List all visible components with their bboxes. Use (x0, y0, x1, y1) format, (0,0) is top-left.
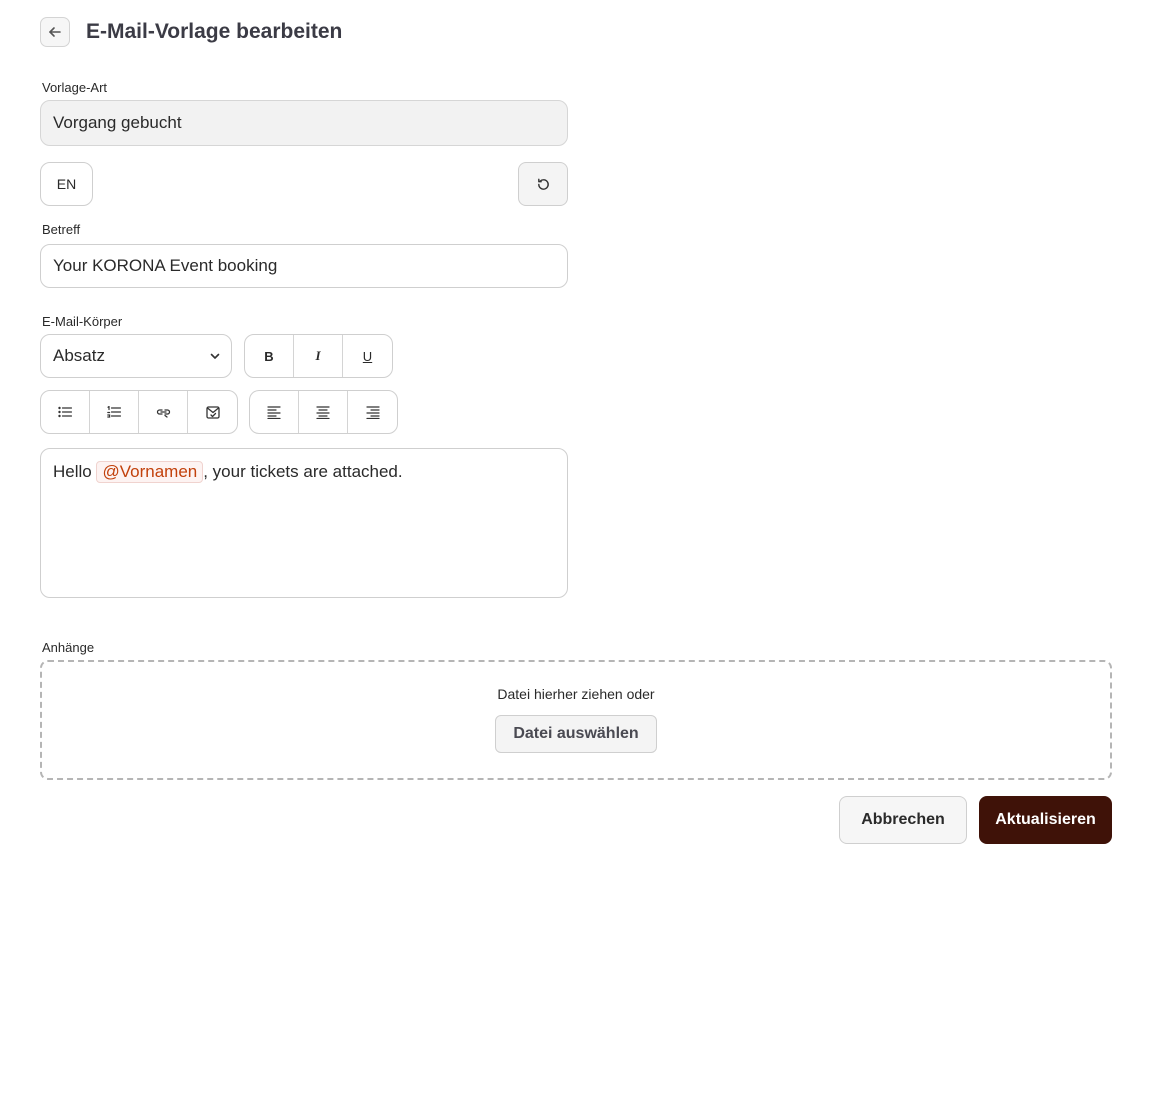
align-center-icon (316, 405, 330, 419)
bold-label: B (264, 348, 274, 364)
underline-label: U (362, 348, 373, 364)
body-text-after: , your tickets are attached. (203, 462, 403, 481)
mention-chip[interactable]: @Vornamen (96, 461, 204, 483)
link-button[interactable] (139, 391, 188, 433)
bold-button[interactable]: B (245, 335, 294, 377)
align-right-button[interactable] (348, 391, 397, 433)
list-link-group (40, 390, 238, 434)
page-title: E-Mail-Vorlage bearbeiten (86, 20, 343, 43)
block-format-value: Absatz (53, 346, 105, 365)
subject-label: Betreff (42, 222, 81, 237)
align-center-button[interactable] (299, 391, 348, 433)
chevron-down-icon (209, 350, 221, 362)
email-body-editor[interactable]: Hello @Vornamen, your tickets are attach… (40, 448, 568, 598)
numbered-list-icon (107, 406, 121, 418)
block-format-select[interactable]: Absatz (40, 334, 232, 378)
template-type-label: Vorlage-Art (42, 80, 108, 95)
alignment-group (249, 390, 398, 434)
rotate-ccw-icon (536, 177, 551, 192)
numbered-list-button[interactable] (90, 391, 139, 433)
email-template-editor: E-Mail-Vorlage bearbeiten Vorlage-Art Vo… (0, 0, 1152, 1100)
subject-value: Your KORONA Event booking (53, 256, 278, 275)
align-left-button[interactable] (250, 391, 299, 433)
body-text-before: Hello (53, 462, 97, 481)
italic-label: I (315, 348, 321, 363)
update-button[interactable]: Aktualisieren (979, 796, 1112, 844)
body-label: E-Mail-Körper (42, 314, 123, 329)
choose-file-button[interactable]: Datei auswählen (495, 715, 657, 753)
dropzone-text: Datei hierher ziehen oder (497, 686, 655, 702)
italic-button[interactable]: I (294, 335, 343, 377)
subject-input[interactable]: Your KORONA Event booking (40, 244, 568, 288)
link-icon (156, 406, 171, 418)
template-type-field: Vorgang gebucht (40, 100, 568, 146)
template-type-value: Vorgang gebucht (53, 113, 182, 132)
choose-file-label: Datei auswählen (513, 725, 639, 742)
language-label: EN (56, 176, 77, 192)
bullet-list-icon (58, 406, 72, 418)
underline-button[interactable]: U (343, 335, 392, 377)
align-right-icon (365, 405, 380, 419)
mail-check-icon (205, 405, 220, 419)
attachments-label: Anhänge (42, 640, 95, 655)
update-label: Aktualisieren (995, 811, 1096, 828)
attachment-dropzone[interactable]: Datei hierher ziehen oder Datei auswähle… (40, 660, 1112, 780)
cancel-label: Abbrechen (861, 811, 945, 828)
insert-mail-button[interactable] (188, 391, 237, 433)
bullet-list-button[interactable] (41, 391, 90, 433)
back-button[interactable] (40, 17, 70, 47)
text-format-group: B I U (244, 334, 393, 378)
reset-button[interactable] (518, 162, 568, 206)
align-left-icon (267, 405, 281, 419)
cancel-button[interactable]: Abbrechen (839, 796, 967, 844)
arrow-left-icon (47, 24, 63, 40)
language-button[interactable]: EN (40, 162, 93, 206)
